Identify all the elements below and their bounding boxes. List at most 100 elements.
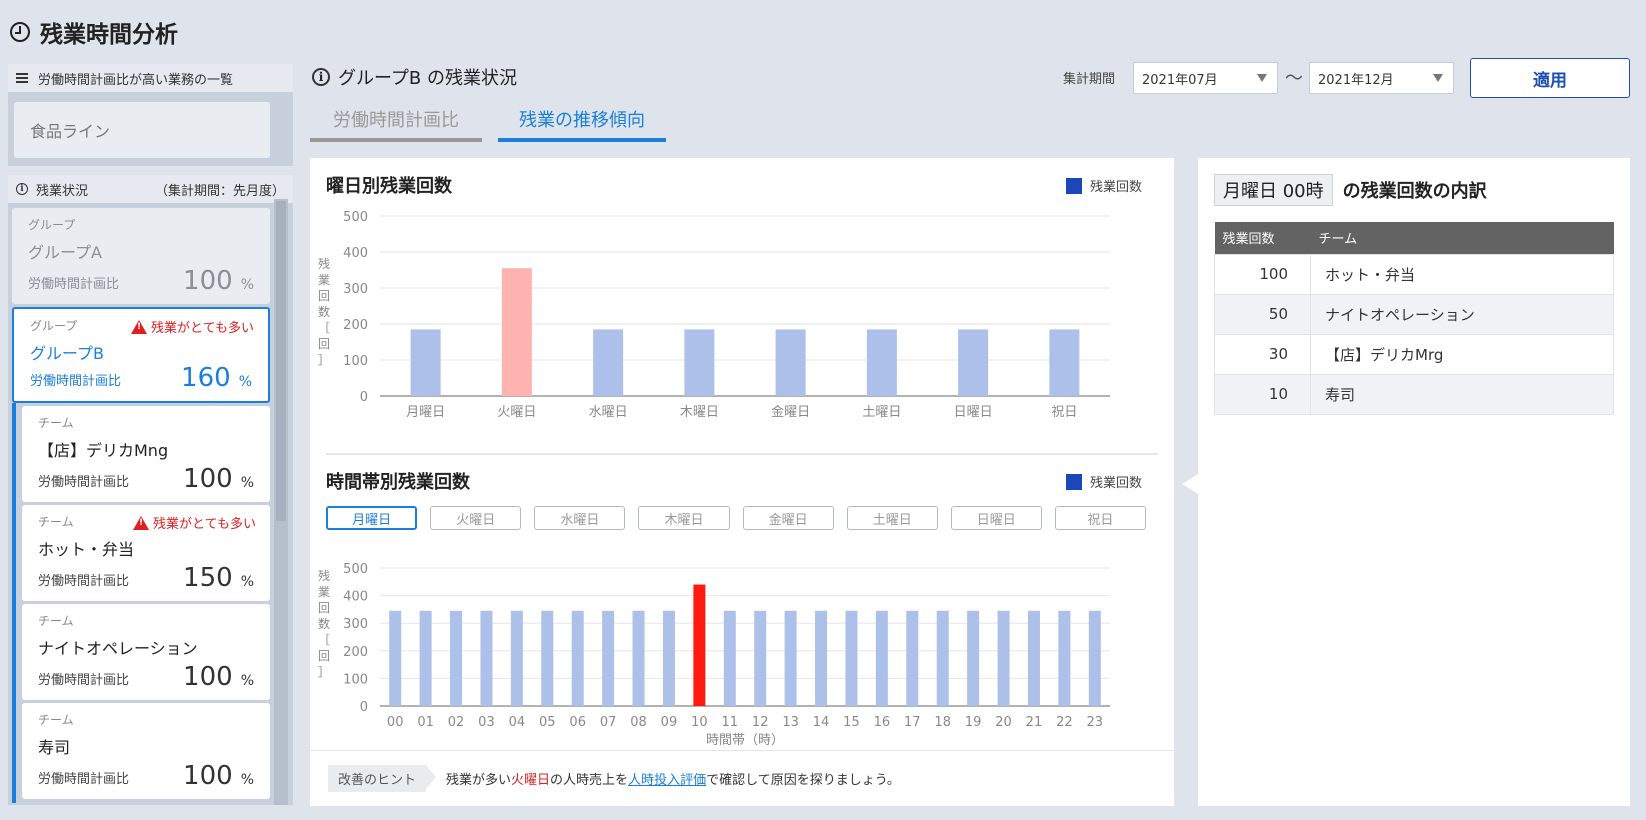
y-axis-label-char: 回 bbox=[318, 601, 330, 615]
y-axis-label-char: 回 bbox=[318, 649, 330, 663]
info-icon: i bbox=[312, 68, 330, 86]
bar bbox=[571, 610, 584, 706]
bar bbox=[1027, 610, 1040, 706]
day-button-holiday[interactable]: 祝日 bbox=[1054, 506, 1146, 530]
day-button-fri[interactable]: 金曜日 bbox=[742, 506, 834, 530]
status-card-group-a[interactable]: グループ グループA 労働時間計画比 100% bbox=[12, 208, 270, 304]
status-panel: i 残業状況 （集計期間：先月度） グループ グループA 労働時間計画比 100… bbox=[8, 175, 293, 805]
card-name: グループB bbox=[30, 344, 105, 363]
plan-list-item[interactable]: 食品ライン bbox=[14, 102, 270, 158]
row-count: 10 bbox=[1214, 373, 1311, 415]
breakdown-title: の残業回数の内訳 bbox=[1342, 181, 1487, 202]
warning-icon bbox=[131, 319, 148, 334]
hint-link[interactable]: 人時投入評価 bbox=[628, 769, 706, 788]
status-card-team-night-ops[interactable]: チーム ナイトオペレーション 労働時間計画比 100% bbox=[22, 604, 270, 700]
bar bbox=[754, 610, 767, 706]
hint-highlight: 火曜日 bbox=[511, 773, 551, 788]
y-axis-label-char: 数 bbox=[318, 304, 330, 319]
warning-badge: 残業がとても多い bbox=[133, 513, 256, 532]
page-header: 残業時間分析 bbox=[10, 14, 178, 50]
hourly-bar-chart: 0100200300400500残業回数［回］00 01 02 03 04 05 06 07 0… bbox=[318, 562, 1110, 748]
period-to-select[interactable]: 2021年12月 bbox=[1309, 62, 1454, 94]
panel-pointer bbox=[1182, 474, 1198, 494]
card-ratio-label: 労働時間計画比 bbox=[38, 772, 130, 787]
breakdown-selection-tag: 月曜日 00時 bbox=[1214, 174, 1333, 206]
day-button-sun[interactable]: 日曜日 bbox=[950, 506, 1042, 530]
bar bbox=[775, 329, 806, 396]
bar bbox=[967, 610, 980, 706]
period-from-select[interactable]: 2021年07月 bbox=[1133, 62, 1278, 94]
x-tick-label: 祝日 bbox=[1051, 405, 1077, 420]
card-ratio: 100% bbox=[183, 761, 254, 791]
day-button-thu[interactable]: 木曜日 bbox=[638, 506, 730, 530]
bar bbox=[997, 610, 1010, 706]
card-name: ホット・弁当 bbox=[38, 540, 135, 559]
tab-overtime-trend[interactable]: 残業の推移傾向 bbox=[498, 100, 666, 142]
main-title: グループB の残業状況 bbox=[338, 68, 517, 89]
bar bbox=[480, 610, 493, 706]
status-period: （集計期間：先月度） bbox=[154, 183, 285, 199]
x-tick-label: 金曜日 bbox=[771, 404, 810, 420]
y-axis-label-char: 回 bbox=[318, 289, 330, 303]
list-icon bbox=[16, 73, 28, 83]
weekday-chart-legend: 残業回数 bbox=[1066, 176, 1142, 195]
y-tick-label: 500 bbox=[343, 562, 368, 577]
bar bbox=[875, 610, 888, 706]
y-tick-label: 0 bbox=[360, 700, 368, 715]
y-tick-label: 200 bbox=[343, 645, 368, 660]
day-button-wed[interactable]: 水曜日 bbox=[534, 506, 626, 530]
y-axis-label-char: 数 bbox=[318, 616, 330, 631]
row-team: 寿司 bbox=[1310, 373, 1614, 415]
y-axis-label-char: 残 bbox=[318, 569, 330, 583]
y-tick-label: 500 bbox=[343, 210, 368, 225]
day-button-sat[interactable]: 土曜日 bbox=[846, 506, 938, 530]
bar bbox=[1049, 329, 1080, 396]
status-card-team-delica[interactable]: チーム 【店】デリカMng 労働時間計画比 100% bbox=[22, 406, 270, 502]
bar bbox=[602, 610, 615, 706]
legend-label: 残業回数 bbox=[1090, 180, 1143, 195]
y-axis-label-char: ］ bbox=[318, 353, 330, 367]
status-card-team-sushi[interactable]: チーム 寿司 労働時間計画比 100% bbox=[22, 703, 270, 799]
row-team: ナイトオペレーション bbox=[1310, 293, 1614, 335]
y-tick-label: 400 bbox=[343, 246, 368, 261]
card-ratio: 160% bbox=[181, 363, 252, 393]
table-row: 100 ホット・弁当 bbox=[1214, 253, 1614, 295]
card-ratio: 150% bbox=[183, 563, 254, 593]
card-ratio: 100% bbox=[183, 662, 254, 692]
bar bbox=[845, 610, 858, 706]
x-tick-label: 08 bbox=[630, 715, 647, 730]
bar bbox=[419, 610, 432, 706]
bar bbox=[662, 610, 675, 706]
warning-icon bbox=[133, 515, 150, 530]
x-tick-label: 11 bbox=[722, 715, 739, 730]
card-kind: チーム bbox=[38, 614, 74, 628]
scrollbar-thumb[interactable] bbox=[276, 201, 286, 521]
table-row: 10 寿司 bbox=[1214, 373, 1614, 415]
x-tick-label: 01 bbox=[417, 715, 434, 730]
status-card-group-b[interactable]: グループ 残業がとても多い グループB 労働時間計画比 160% bbox=[12, 307, 270, 403]
status-card-team-hot-bento[interactable]: チーム 残業がとても多い ホット・弁当 労働時間計画比 150% bbox=[22, 505, 270, 601]
tab-plan-ratio[interactable]: 労働時間計画比 bbox=[310, 100, 482, 142]
row-team: 【店】デリカMrg bbox=[1310, 333, 1614, 375]
breakdown-header: 月曜日 00時 の残業回数の内訳 bbox=[1214, 174, 1487, 206]
bar bbox=[389, 610, 402, 706]
x-tick-label: 21 bbox=[1026, 715, 1043, 730]
card-ratio-label: 労働時間計画比 bbox=[30, 374, 122, 389]
day-button-mon[interactable]: 月曜日 bbox=[326, 506, 418, 530]
day-button-tue[interactable]: 火曜日 bbox=[430, 506, 522, 530]
x-tick-label: 06 bbox=[569, 715, 586, 730]
bar bbox=[501, 268, 532, 396]
x-tick-label: 18 bbox=[934, 715, 951, 730]
main-header: i グループB の残業状況 bbox=[312, 62, 517, 92]
table-row: 50 ナイトオペレーション bbox=[1214, 293, 1614, 335]
bar bbox=[1058, 610, 1071, 706]
x-tick-label: 木曜日 bbox=[680, 405, 719, 420]
x-tick-label: 10 bbox=[691, 715, 708, 730]
chevron-down-icon bbox=[1433, 74, 1443, 82]
row-count: 100 bbox=[1214, 253, 1311, 295]
apply-button[interactable]: 適用 bbox=[1470, 58, 1630, 98]
bar bbox=[784, 610, 797, 706]
legend-swatch bbox=[1066, 177, 1082, 194]
bar bbox=[936, 610, 949, 706]
x-tick-label: 03 bbox=[478, 715, 495, 730]
